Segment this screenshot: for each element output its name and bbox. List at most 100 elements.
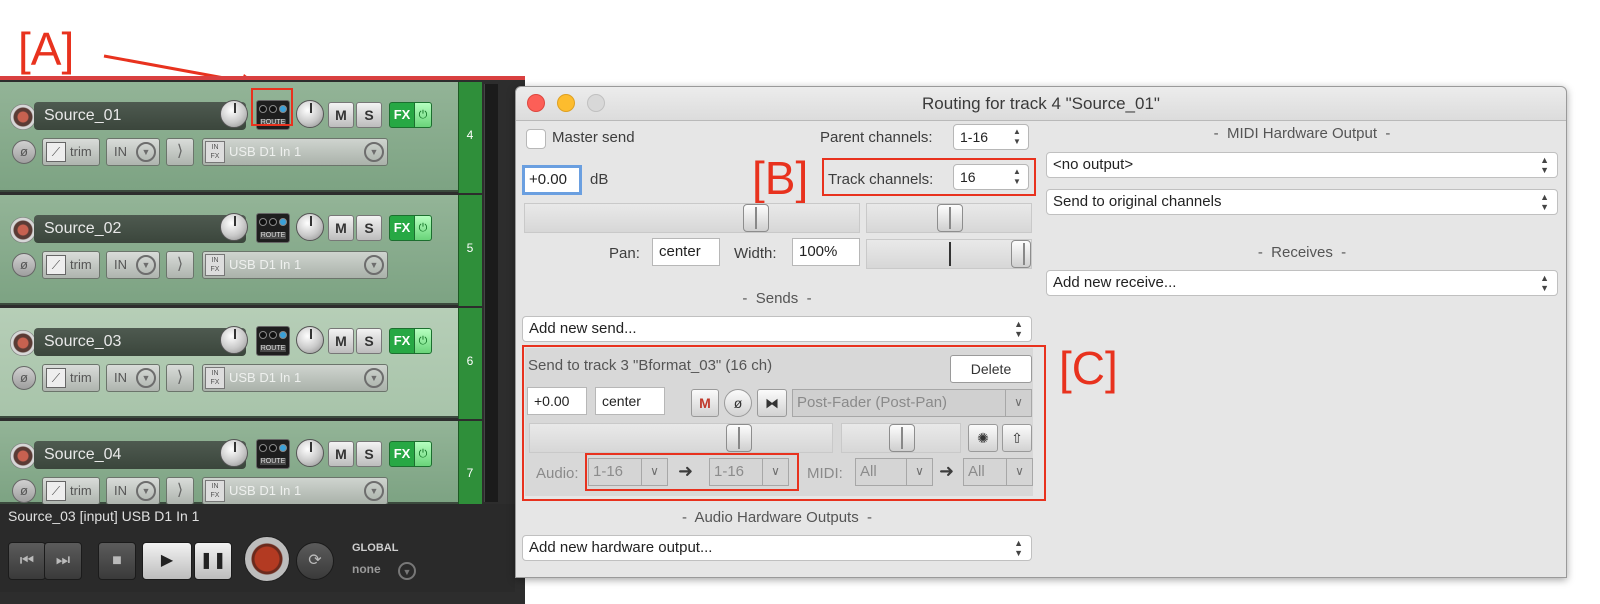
volume-knob[interactable] bbox=[220, 439, 248, 467]
track-channels-stepper[interactable]: 16 ▲ ▼ bbox=[953, 164, 1029, 190]
add-hardware-output-select[interactable]: Add new hardware output... ▲ ▼ bbox=[522, 535, 1032, 561]
mute-button[interactable]: M bbox=[328, 102, 354, 128]
track-row[interactable]: Source_04 ROUTE M S FX ⏻ ø ⟋ trim IN ▼ ⟩ … bbox=[0, 421, 466, 505]
automation-mode-button[interactable]: ⟋ trim bbox=[42, 477, 100, 505]
send-pan-field[interactable]: center bbox=[595, 387, 665, 415]
play-icon[interactable]: ▶ bbox=[142, 542, 192, 580]
send-midi-icon[interactable]: ⇧ bbox=[1002, 424, 1032, 452]
fx-bypass-power-icon[interactable]: ⏻ bbox=[414, 328, 432, 354]
volume-slider-handle[interactable] bbox=[743, 204, 769, 232]
send-mode-select[interactable]: Post-Fader (Post-Pan) ∨ bbox=[792, 389, 1032, 417]
record-icon[interactable] bbox=[244, 536, 290, 582]
monitor-icon[interactable]: ⟩ bbox=[166, 364, 194, 392]
chevron-down-icon[interactable]: ▼ bbox=[136, 481, 156, 501]
fx-button[interactable]: FX bbox=[389, 441, 415, 467]
record-arm-button[interactable] bbox=[10, 104, 36, 130]
record-input-selector[interactable]: IN FX USB D1 In 1 bbox=[202, 251, 388, 279]
add-receive-select[interactable]: Add new receive... ▲ ▼ bbox=[1046, 270, 1558, 296]
phase-invert-icon[interactable]: ø bbox=[12, 140, 36, 164]
fx-button[interactable]: FX bbox=[389, 328, 415, 354]
automation-mode-button[interactable]: ⟋ trim bbox=[42, 251, 100, 279]
track-row[interactable]: Source_01 ROUTE M S FX ⏻ ø ⟋ trim IN ▼ ⟩ … bbox=[0, 82, 466, 192]
width-field[interactable]: 100% bbox=[792, 238, 860, 266]
solo-button[interactable]: S bbox=[356, 102, 382, 128]
add-send-select[interactable]: Add new send... ▲ ▼ bbox=[522, 316, 1032, 342]
send-volume-slider[interactable] bbox=[529, 423, 833, 453]
record-arm-button[interactable] bbox=[10, 217, 36, 243]
chevron-down-icon[interactable]: ▼ bbox=[364, 142, 384, 162]
pan-knob[interactable] bbox=[296, 326, 324, 354]
fx-bypass-power-icon[interactable]: ⏻ bbox=[414, 102, 432, 128]
record-input-selector[interactable]: IN FX USB D1 In 1 bbox=[202, 477, 388, 505]
volume-slider[interactable] bbox=[524, 203, 860, 233]
mute-button[interactable]: M bbox=[328, 441, 354, 467]
chevron-down-icon[interactable]: ▼ bbox=[398, 562, 416, 580]
delete-send-button[interactable]: Delete bbox=[950, 355, 1032, 383]
track-name-field[interactable]: Source_02 bbox=[34, 215, 246, 243]
midi-output-select[interactable]: <no output> ▲ ▼ bbox=[1046, 152, 1558, 178]
track-row[interactable]: Source_02 ROUTE M S FX ⏻ ø ⟋ trim IN ▼ ⟩ … bbox=[0, 195, 466, 305]
record-input-selector[interactable]: IN FX USB D1 In 1 bbox=[202, 364, 388, 392]
fx-bypass-power-icon[interactable]: ⏻ bbox=[414, 441, 432, 467]
stop-icon[interactable]: ■ bbox=[98, 542, 136, 580]
pan-slider[interactable] bbox=[866, 203, 1032, 233]
phase-invert-icon[interactable]: ø bbox=[12, 253, 36, 277]
record-input-selector[interactable]: IN FX USB D1 In 1 bbox=[202, 138, 388, 166]
monitor-icon[interactable]: ⟩ bbox=[166, 477, 194, 505]
send-midi-source-select[interactable]: All ∨ bbox=[855, 458, 933, 486]
send-audio-dest-select[interactable]: 1-16 ∨ bbox=[709, 458, 789, 486]
send-pan-slider-handle[interactable] bbox=[889, 424, 915, 452]
chevron-down-icon[interactable]: ▼ bbox=[364, 255, 384, 275]
route-button[interactable]: ROUTE bbox=[256, 213, 290, 243]
global-automation-value[interactable]: none bbox=[352, 562, 381, 576]
monitor-icon[interactable]: ⟩ bbox=[166, 138, 194, 166]
track-row[interactable]: Source_03 ROUTE M S FX ⏻ ø ⟋ trim IN ▼ ⟩ … bbox=[0, 308, 466, 418]
chevron-down-icon[interactable]: ▼ bbox=[136, 255, 156, 275]
mute-button[interactable]: M bbox=[328, 215, 354, 241]
phase-invert-icon[interactable]: ø bbox=[12, 366, 36, 390]
automation-mode-button[interactable]: ⟋ trim bbox=[42, 364, 100, 392]
volume-knob[interactable] bbox=[220, 213, 248, 241]
record-arm-button[interactable] bbox=[10, 443, 36, 469]
send-midi-dest-select[interactable]: All ∨ bbox=[963, 458, 1033, 486]
chevron-down-icon[interactable]: ▼ bbox=[364, 481, 384, 501]
volume-knob[interactable] bbox=[220, 100, 248, 128]
go-to-start-icon[interactable]: ⏮ bbox=[8, 542, 46, 580]
send-mono-icon[interactable]: ⧓ bbox=[757, 389, 787, 417]
mute-button[interactable]: M bbox=[328, 328, 354, 354]
pan-knob[interactable] bbox=[296, 213, 324, 241]
master-send-checkbox[interactable] bbox=[526, 129, 546, 149]
send-envelope-icon[interactable]: ✺ bbox=[968, 424, 998, 452]
send-volume-field[interactable]: +0.00 bbox=[527, 387, 587, 415]
send-mute-button[interactable]: M bbox=[691, 389, 719, 417]
go-to-end-icon[interactable]: ⏭ bbox=[44, 542, 82, 580]
pause-icon[interactable]: ❚❚ bbox=[194, 542, 232, 580]
track-name-field[interactable]: Source_04 bbox=[34, 441, 246, 469]
pan-knob[interactable] bbox=[296, 100, 324, 128]
send-phase-icon[interactable]: ø bbox=[724, 389, 752, 417]
phase-invert-icon[interactable]: ø bbox=[12, 479, 36, 503]
chevron-down-icon[interactable]: ▼ bbox=[136, 368, 156, 388]
send-audio-source-select[interactable]: 1-16 ∨ bbox=[588, 458, 668, 486]
solo-button[interactable]: S bbox=[356, 441, 382, 467]
pan-field[interactable]: center bbox=[652, 238, 720, 266]
fx-button[interactable]: FX bbox=[389, 102, 415, 128]
solo-button[interactable]: S bbox=[356, 328, 382, 354]
automation-mode-button[interactable]: ⟋ trim bbox=[42, 138, 100, 166]
midi-channel-mode-select[interactable]: Send to original channels ▲ ▼ bbox=[1046, 189, 1558, 215]
monitor-icon[interactable]: ⟩ bbox=[166, 251, 194, 279]
track-name-field[interactable]: Source_01 bbox=[34, 102, 246, 130]
chevron-down-icon[interactable]: ▼ bbox=[136, 142, 156, 162]
pan-knob[interactable] bbox=[296, 439, 324, 467]
volume-field[interactable]: +0.00 bbox=[522, 165, 582, 195]
repeat-icon[interactable]: ⟳ bbox=[296, 542, 334, 580]
track-name-field[interactable]: Source_03 bbox=[34, 328, 246, 356]
parent-channels-stepper[interactable]: 1-16 ▲ ▼ bbox=[953, 124, 1029, 150]
route-button[interactable]: ROUTE bbox=[256, 439, 290, 469]
width-slider[interactable] bbox=[866, 239, 1032, 269]
fx-button[interactable]: FX bbox=[389, 215, 415, 241]
chevron-down-icon[interactable]: ▼ bbox=[364, 368, 384, 388]
fx-bypass-power-icon[interactable]: ⏻ bbox=[414, 215, 432, 241]
record-arm-button[interactable] bbox=[10, 330, 36, 356]
route-button[interactable]: ROUTE bbox=[256, 326, 290, 356]
